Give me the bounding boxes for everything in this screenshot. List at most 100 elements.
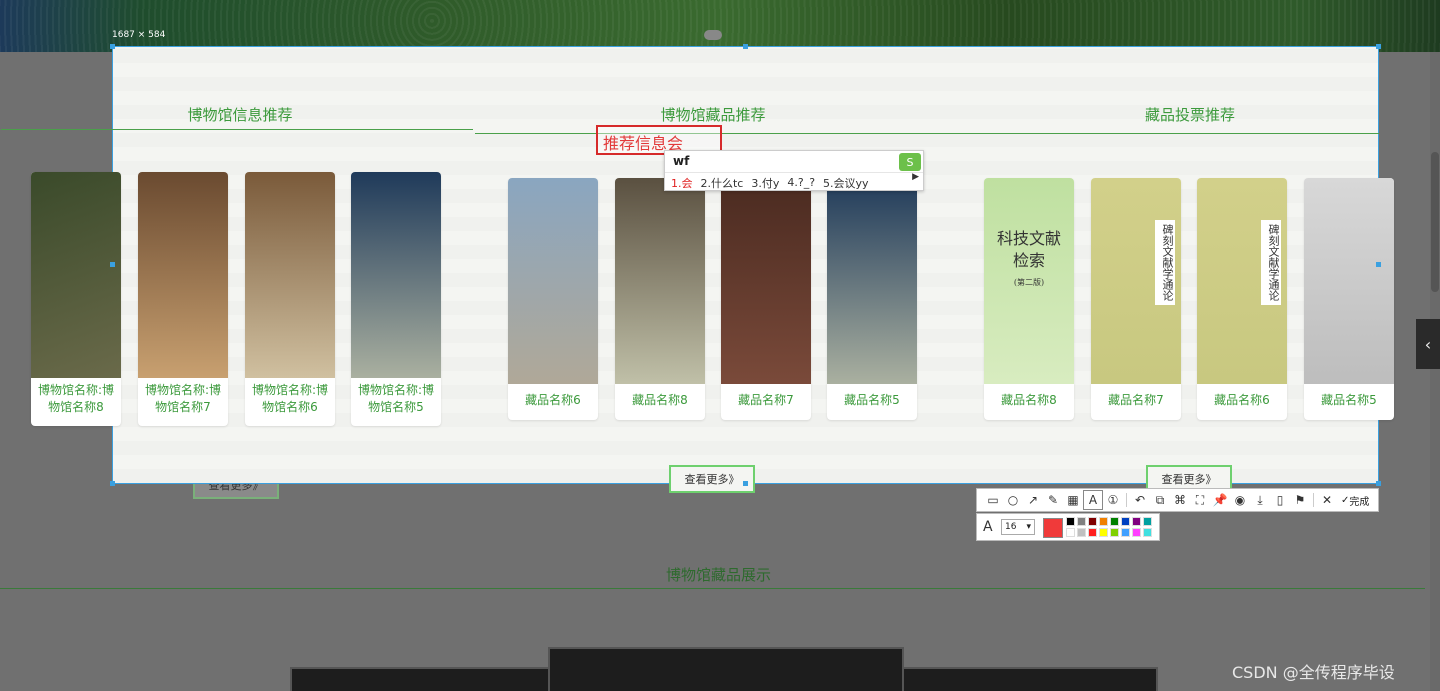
resize-handle[interactable]	[1376, 44, 1381, 49]
section-title-collection: 博物馆藏品推荐	[660, 106, 766, 124]
more-button-collection[interactable]: 查看更多》	[669, 465, 755, 493]
resize-handle[interactable]	[1376, 481, 1381, 486]
collection-card[interactable]: 藏品名称7	[721, 178, 811, 420]
ime-logo-icon: S	[899, 153, 921, 171]
ime-candidate[interactable]: 5.会议yy	[823, 175, 869, 191]
text-tool-icon[interactable]: A	[1083, 490, 1103, 510]
display-image	[548, 647, 904, 691]
arrow-tool-icon[interactable]: ↗	[1023, 490, 1043, 510]
check-icon: ✓	[1341, 494, 1350, 506]
ime-candidate-list: 1.会 2.什么tc 3.付y 4.?_? 5.会议yy	[665, 172, 923, 192]
text-options-toolbar: A 16 ▾	[976, 513, 1160, 541]
color-swatch[interactable]	[1110, 517, 1119, 526]
museum-image	[31, 172, 121, 378]
color-swatch[interactable]	[1099, 517, 1108, 526]
color-swatch[interactable]	[1132, 528, 1141, 537]
resize-handle[interactable]	[110, 481, 115, 486]
ocr-icon[interactable]: ⧉	[1150, 490, 1170, 510]
undo-icon[interactable]: ↶	[1130, 490, 1150, 510]
card-caption: 藏品名称7	[1108, 393, 1164, 407]
capture-size-label: 1687 × 584	[112, 30, 166, 40]
color-swatch[interactable]	[1088, 528, 1097, 537]
card-caption: 博物馆名称:博物馆名称6	[251, 383, 329, 414]
book-title-line1: 科技文献	[996, 229, 1061, 248]
color-swatch[interactable]	[1132, 517, 1141, 526]
more-label: 查看更多》	[684, 473, 740, 486]
drag-pill[interactable]	[704, 30, 722, 40]
collection-card[interactable]: 藏品名称8	[615, 178, 705, 420]
toolbar-separator	[1313, 493, 1314, 507]
cancel-icon[interactable]: ✕	[1317, 490, 1337, 510]
bookmark-icon[interactable]: ⚑	[1290, 490, 1310, 510]
card-caption: 博物馆名称:博物馆名称7	[144, 383, 222, 414]
toolbar-separator	[1126, 493, 1127, 507]
museum-card[interactable]: 博物馆名称:博物馆名称7	[138, 172, 228, 426]
section-title-collection-display: 博物馆藏品展示	[666, 566, 772, 584]
museum-card[interactable]: 博物馆名称:博物馆名称6	[245, 172, 335, 426]
color-swatch[interactable]	[1077, 528, 1086, 537]
card-caption: 藏品名称7	[738, 393, 794, 407]
display-image	[902, 667, 1158, 691]
ime-candidate[interactable]: 1.会	[671, 175, 693, 191]
resize-handle[interactable]	[110, 262, 115, 267]
resize-handle[interactable]	[1376, 262, 1381, 267]
collection-image	[508, 178, 598, 384]
save-icon[interactable]: ▯	[1270, 490, 1290, 510]
color-swatch[interactable]	[1143, 528, 1152, 537]
card-caption: 博物馆名称:博物馆名称5	[357, 383, 435, 414]
scan-icon[interactable]: ⛶	[1190, 490, 1210, 510]
record-icon[interactable]: ◉	[1230, 490, 1250, 510]
color-swatch[interactable]	[1143, 517, 1152, 526]
museum-card[interactable]: 博物馆名称:博物馆名称8	[31, 172, 121, 426]
done-button[interactable]: ✓ 完成	[1341, 493, 1369, 508]
resize-handle[interactable]	[743, 481, 748, 486]
mosaic-tool-icon[interactable]: ▦	[1063, 490, 1083, 510]
ime-composition: wf	[673, 154, 690, 168]
section-title-vote: 藏品投票推荐	[1144, 106, 1235, 124]
font-icon: A	[983, 519, 993, 535]
color-swatch[interactable]	[1077, 517, 1086, 526]
scroll-thumb[interactable]	[1431, 152, 1439, 292]
color-swatch[interactable]	[1121, 517, 1130, 526]
download-icon[interactable]: ⤓	[1250, 490, 1270, 510]
display-image	[290, 667, 550, 691]
vote-card[interactable]: 藏品名称5	[1304, 178, 1394, 420]
rectangle-tool-icon[interactable]: ▭	[983, 490, 1003, 510]
ime-candidate[interactable]: 2.什么tc	[701, 175, 744, 191]
translate-icon[interactable]: ⌘	[1170, 490, 1190, 510]
card-caption: 藏品名称5	[1321, 393, 1377, 407]
museum-image	[351, 172, 441, 378]
color-swatch[interactable]	[1066, 517, 1075, 526]
ime-candidate[interactable]: 4.?_?	[787, 176, 815, 189]
collection-card[interactable]: 藏品名称5	[827, 178, 917, 420]
vote-card[interactable]: 碑刻文献学通论 藏品名称6	[1197, 178, 1287, 420]
color-swatch[interactable]	[1088, 517, 1097, 526]
number-tool-icon[interactable]: ①	[1103, 490, 1123, 510]
ellipse-tool-icon[interactable]: ○	[1003, 490, 1023, 510]
pin-icon[interactable]: 📌	[1210, 490, 1230, 510]
vote-card[interactable]: 碑刻文献学通论 藏品名称7	[1091, 178, 1181, 420]
resize-handle[interactable]	[110, 44, 115, 49]
book-cover-image: 碑刻文献学通论	[1091, 178, 1181, 384]
capture-region[interactable]: 博物馆信息推荐 博物馆藏品推荐 藏品投票推荐 博物馆名称:博物馆名称8 博物馆名…	[1, 46, 1394, 493]
color-swatch[interactable]	[1066, 528, 1075, 537]
color-swatch[interactable]	[1110, 528, 1119, 537]
color-swatch[interactable]	[1099, 528, 1108, 537]
section-divider	[1, 129, 473, 130]
collection-card[interactable]: 藏品名称6	[508, 178, 598, 420]
pen-tool-icon[interactable]: ✎	[1043, 490, 1063, 510]
book-cover-image: 碑刻文献学通论	[1197, 178, 1287, 384]
font-size-select[interactable]: 16 ▾	[1001, 519, 1035, 535]
color-swatch[interactable]	[1121, 528, 1130, 537]
museum-card[interactable]: 博物馆名称:博物馆名称5	[351, 172, 441, 426]
more-label: 查看更多》	[1161, 473, 1217, 486]
current-color-swatch[interactable]	[1043, 518, 1063, 538]
vote-card[interactable]: 科技文献 检索 (第二版) 藏品名称8	[984, 178, 1074, 420]
resize-handle[interactable]	[743, 44, 748, 49]
page-scrollbar[interactable]	[1430, 52, 1440, 691]
chevron-left-icon[interactable]: ‹	[1416, 319, 1440, 369]
ime-next-page-icon[interactable]: ▶	[912, 172, 919, 182]
book-title-line2: 检索	[1012, 251, 1045, 270]
book-spine-title: 碑刻文献学通论	[1261, 220, 1281, 305]
ime-candidate[interactable]: 3.付y	[751, 175, 779, 191]
